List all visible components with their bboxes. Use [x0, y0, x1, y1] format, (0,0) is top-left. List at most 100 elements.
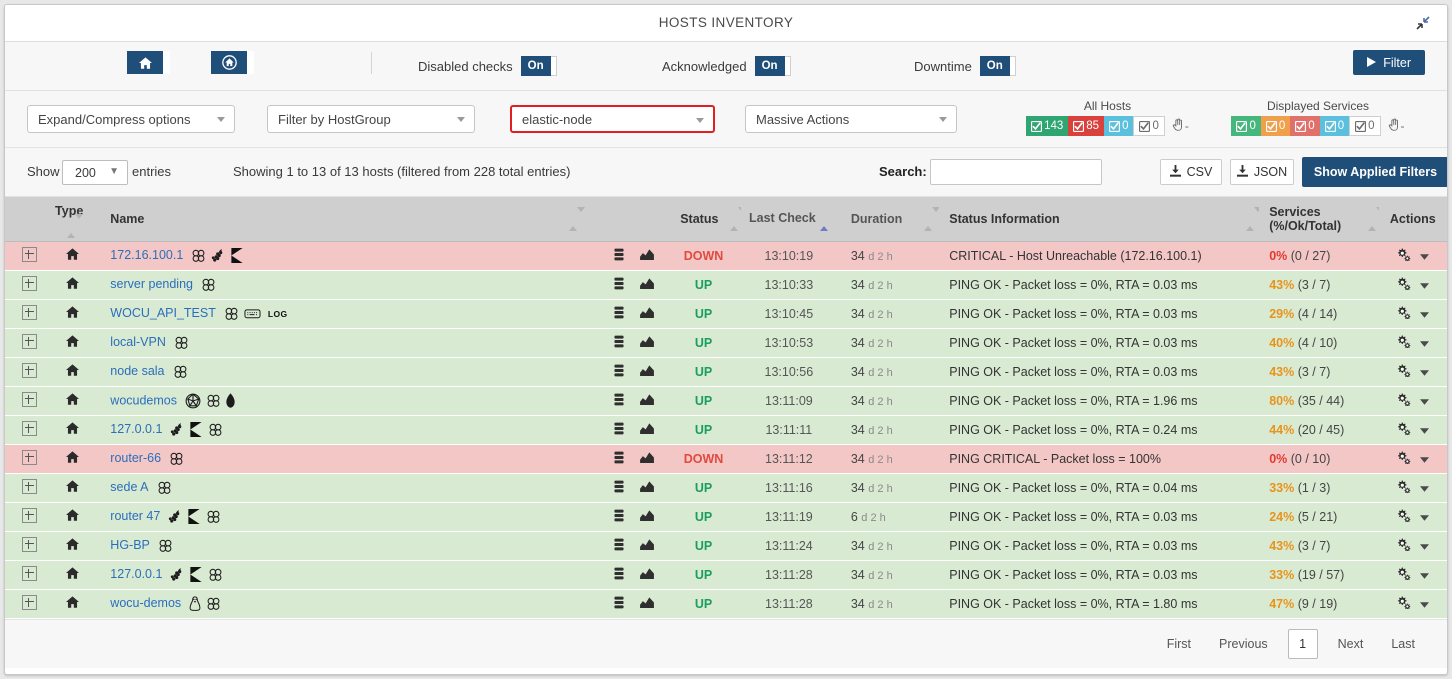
grapes-icon[interactable] [168, 509, 182, 524]
row-expand-cell[interactable] [5, 415, 55, 445]
cluster-icon[interactable] [208, 423, 223, 437]
graph-icon[interactable] [640, 335, 655, 350]
cluster-icon[interactable] [191, 249, 206, 263]
expand-row-icon[interactable] [22, 449, 38, 465]
col-name[interactable]: Name [90, 197, 603, 242]
services-badge-4[interactable]: 0 [1349, 116, 1381, 136]
expand-row-icon[interactable] [22, 536, 38, 552]
graph-icon[interactable] [640, 393, 655, 408]
toggle-acknowledged-switch[interactable]: On [754, 56, 791, 76]
row-expand-cell[interactable] [5, 560, 55, 590]
actions-chevron-down-icon[interactable] [1420, 278, 1430, 292]
cluster-icon[interactable] [157, 481, 172, 495]
row-expand-cell[interactable] [5, 270, 55, 300]
col-duration[interactable]: Duration [836, 197, 941, 242]
host-name-link[interactable]: wocudemos [110, 393, 177, 407]
elastic-node-select[interactable]: elastic-node [510, 105, 715, 133]
col-services[interactable]: Services (%/Ok/Total) [1259, 197, 1384, 242]
services-badge-0[interactable]: 0 [1231, 116, 1261, 136]
expand-row-icon[interactable] [22, 246, 38, 262]
expand-row-icon[interactable] [22, 420, 38, 436]
actions-chevron-down-icon[interactable] [1420, 394, 1430, 408]
actions-gear-icon[interactable] [1396, 306, 1411, 322]
row-expand-cell[interactable] [5, 357, 55, 387]
host-name-link[interactable]: router 47 [110, 509, 160, 523]
cluster-icon[interactable] [201, 278, 216, 292]
expand-row-icon[interactable] [22, 362, 38, 378]
server-detail-icon[interactable] [614, 422, 624, 438]
server-detail-icon[interactable] [614, 277, 624, 293]
actions-gear-icon[interactable] [1396, 480, 1411, 496]
csv-export-button[interactable]: CSV [1160, 159, 1222, 185]
actions-chevron-down-icon[interactable] [1420, 510, 1430, 524]
row-expand-cell[interactable] [5, 241, 55, 271]
table-row[interactable]: server pending UP 13:10:33 34 d 2 h PING OK … [5, 270, 1447, 300]
host-name-link[interactable]: 127.0.0.1 [110, 567, 162, 581]
table-row[interactable]: local-VPN UP 13:10:53 34 d 2 h PING OK - Pac… [5, 328, 1447, 358]
keyboard-icon[interactable] [244, 308, 261, 319]
actions-gear-icon[interactable] [1396, 567, 1411, 583]
col-status-information[interactable]: Status Information [939, 197, 1263, 242]
expand-row-icon[interactable] [22, 478, 38, 494]
allhosts-badge-1[interactable]: 85 [1068, 116, 1105, 136]
actions-gear-icon[interactable] [1396, 538, 1411, 554]
graph-icon[interactable] [640, 277, 655, 292]
actions-gear-icon[interactable] [1396, 596, 1411, 612]
cluster-icon[interactable] [174, 336, 189, 350]
table-row[interactable]: wocudemos UP 13:11:09 34 d 2 h PING OK - Pac… [5, 386, 1447, 416]
actions-chevron-down-icon[interactable] [1420, 336, 1430, 350]
actions-chevron-down-icon[interactable] [1420, 452, 1430, 466]
host-name-link[interactable]: 127.0.0.1 [110, 422, 162, 436]
home-circle-button[interactable] [211, 51, 254, 74]
grapes-icon[interactable] [211, 248, 225, 263]
cluster-icon[interactable] [158, 539, 173, 553]
toggle-downtime[interactable]: Downtime On [914, 42, 1016, 90]
allhosts-hand-pointer[interactable]: - [1172, 118, 1189, 134]
actions-chevron-down-icon[interactable] [1420, 249, 1430, 263]
server-detail-icon[interactable] [614, 248, 624, 264]
graph-icon[interactable] [640, 480, 655, 495]
linux-icon[interactable] [189, 596, 201, 612]
actions-gear-icon[interactable] [1396, 335, 1411, 351]
cluster-icon[interactable] [208, 568, 223, 582]
toggle-acknowledged[interactable]: Acknowledged On [662, 42, 791, 90]
grapes-icon[interactable] [170, 567, 184, 582]
allhosts-badge-2[interactable]: 0 [1104, 116, 1134, 136]
server-detail-icon[interactable] [614, 480, 624, 496]
table-row[interactable]: HG-BP UP 13:11:24 34 d 2 h PING OK - Packet … [5, 531, 1447, 561]
show-applied-filters-button[interactable]: Show Applied Filters [1302, 157, 1447, 187]
table-row[interactable]: 127.0.0.1 UP 13:11:28 34 d 2 h PING OK - Pac… [5, 560, 1447, 590]
flag-icon[interactable] [187, 509, 201, 525]
server-detail-icon[interactable] [614, 335, 624, 351]
graph-icon[interactable] [640, 567, 655, 582]
server-detail-icon[interactable] [614, 364, 624, 380]
actions-chevron-down-icon[interactable] [1420, 365, 1430, 379]
graph-icon[interactable] [640, 451, 655, 466]
server-detail-icon[interactable] [614, 509, 624, 525]
expand-row-icon[interactable] [22, 333, 38, 349]
table-row[interactable]: wocu-demos UP 13:11:28 34 d 2 h PING OK - Pa… [5, 589, 1447, 619]
cluster-icon[interactable] [173, 365, 188, 379]
toggle-downtime-switch[interactable]: On [979, 56, 1016, 76]
cluster-icon[interactable] [206, 597, 221, 611]
actions-chevron-down-icon[interactable] [1420, 307, 1430, 321]
services-badge-1[interactable]: 0 [1260, 116, 1291, 136]
sort-arrows-name[interactable] [569, 207, 586, 231]
host-name-link[interactable]: WOCU_API_TEST [110, 306, 216, 320]
actions-gear-icon[interactable] [1396, 248, 1411, 264]
graph-icon[interactable] [640, 306, 655, 321]
server-detail-icon[interactable] [614, 567, 624, 583]
host-name-link[interactable]: 172.16.100.1 [110, 248, 183, 262]
toggle-disabled-checks[interactable]: Disabled checks On [418, 42, 557, 90]
graph-icon[interactable] [640, 422, 655, 437]
row-expand-cell[interactable] [5, 589, 55, 619]
pagination-first[interactable]: First [1153, 620, 1205, 668]
row-expand-cell[interactable] [5, 473, 55, 503]
services-badge-2[interactable]: 0 [1290, 116, 1320, 136]
sort-arrows-status[interactable] [729, 207, 746, 231]
toggle-disabled-checks-switch[interactable]: On [520, 56, 557, 76]
expand-row-icon[interactable] [22, 275, 38, 291]
home-button[interactable] [127, 51, 170, 74]
expand-row-icon[interactable] [22, 565, 38, 581]
flag-icon[interactable] [189, 567, 203, 583]
